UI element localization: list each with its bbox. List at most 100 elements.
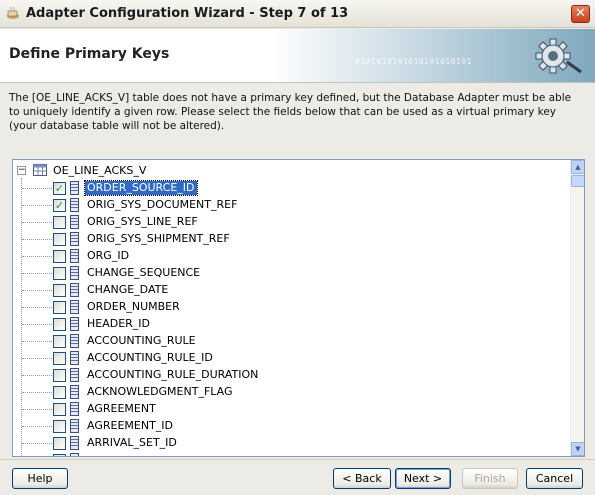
column-icon [70, 436, 79, 450]
field-checkbox[interactable] [53, 420, 66, 433]
table-name-label: OE_LINE_ACKS_V [53, 164, 147, 177]
field-row[interactable]: ✓ ORIG_SYS_DOCUMENT_REF [13, 197, 571, 214]
column-icon [70, 232, 79, 246]
tree-connector [22, 256, 52, 257]
tree-connector [22, 358, 52, 359]
field-checkbox[interactable] [53, 352, 66, 365]
field-row[interactable]: ORIG_SYS_LINE_REF [13, 214, 571, 231]
tree-connector [22, 426, 52, 427]
field-row[interactable]: ORG_ID [13, 248, 571, 265]
field-label: HEADER_ID [87, 317, 151, 330]
column-icon [70, 266, 79, 280]
field-label: ACKNOWLEDGMENT_FLAG [87, 385, 233, 398]
close-icon: ✕ [575, 6, 586, 21]
field-label: ORDER_NUMBER [87, 300, 180, 313]
column-icon [70, 300, 79, 314]
field-row[interactable]: ORDER_NUMBER [13, 299, 571, 316]
collapse-toggle[interactable]: − [17, 166, 26, 175]
field-row[interactable]: ACKNOWLEDGMENT_FLAG [13, 384, 571, 401]
scroll-up-button[interactable]: ▲ [571, 160, 584, 174]
field-label: ARRIVAL_SET_ID [87, 436, 177, 449]
tree-connector [22, 324, 52, 325]
field-row[interactable]: AGREEMENT [13, 401, 571, 418]
oracle-coffee-cup-icon [7, 6, 19, 19]
table-icon [33, 164, 47, 176]
page-heading: Define Primary Keys [9, 46, 170, 62]
gear-icon [535, 38, 582, 74]
column-icon [70, 198, 79, 212]
field-checkbox[interactable] [53, 437, 66, 450]
fields-tree[interactable]: − OE_LINE_ACKS_V ✓ ORDER_SOURCE_ID ✓ ORIG_S… [12, 159, 585, 457]
vertical-scrollbar[interactable]: ▲ ▼ [570, 160, 584, 456]
field-label: ORIG_SYS_DOCUMENT_REF [87, 198, 238, 211]
field-checkbox[interactable] [53, 335, 66, 348]
tree-connector [22, 273, 52, 274]
field-row[interactable]: ORIG_SYS_SHIPMENT_REF [13, 231, 571, 248]
field-checkbox[interactable] [53, 301, 66, 314]
field-row[interactable]: AGREEMENT_ID [13, 418, 571, 435]
field-checkbox[interactable] [53, 267, 66, 280]
field-row[interactable]: ✓ ORDER_SOURCE_ID [13, 180, 571, 197]
tree-connector [22, 188, 52, 189]
tree-connector [22, 205, 52, 206]
help-button[interactable]: Help [12, 468, 68, 489]
column-icon [70, 351, 79, 365]
scroll-thumb[interactable] [571, 175, 584, 187]
close-button[interactable]: ✕ [571, 5, 590, 23]
footer-divider [0, 459, 595, 460]
field-row[interactable]: ACCOUNTING_RULE_ID [13, 350, 571, 367]
column-icon [70, 368, 79, 382]
field-checkbox[interactable] [53, 454, 66, 456]
column-icon [70, 402, 79, 416]
tree-connector [22, 307, 52, 308]
field-list: ✓ ORDER_SOURCE_ID ✓ ORIG_SYS_DOCUMENT_REF OR… [13, 180, 571, 456]
field-label: ORIG_SYS_LINE_REF [87, 215, 198, 228]
title-bar: Adapter Configuration Wizard - Step 7 of… [0, 0, 595, 28]
column-icon [70, 283, 79, 297]
field-row[interactable]: ARRIVAL_SET_ID [13, 435, 571, 452]
field-checkbox[interactable] [53, 284, 66, 297]
field-checkbox[interactable] [53, 369, 66, 382]
field-row[interactable] [13, 452, 571, 456]
cancel-button[interactable]: Cancel [526, 468, 583, 489]
tree-connector [22, 392, 52, 393]
tree-connector [22, 341, 52, 342]
field-checkbox[interactable]: ✓ [53, 199, 66, 212]
field-row[interactable]: ACCOUNTING_RULE_DURATION [13, 367, 571, 384]
column-icon [70, 249, 79, 263]
field-row[interactable]: CHANGE_DATE [13, 282, 571, 299]
column-icon [70, 181, 79, 195]
tree-connector [22, 375, 52, 376]
next-button[interactable]: Next > [395, 468, 451, 489]
field-label: ORIG_SYS_SHIPMENT_REF [87, 232, 230, 245]
field-row[interactable]: HEADER_ID [13, 316, 571, 333]
field-label: ACCOUNTING_RULE_ID [87, 351, 213, 364]
binary-decoration: 0101010101010101010101 [355, 57, 472, 66]
instructions-text: The [OE_LINE_ACKS_V] table does not have… [9, 92, 572, 132]
field-checkbox[interactable] [53, 403, 66, 416]
tree-connector [22, 290, 52, 291]
field-label: AGREEMENT_ID [87, 419, 174, 432]
field-checkbox[interactable] [53, 250, 66, 263]
tree-connector [22, 409, 52, 410]
field-checkbox[interactable]: ✓ [53, 182, 66, 195]
scroll-down-button[interactable]: ▼ [571, 442, 584, 456]
tree-connector [22, 222, 52, 223]
column-icon [70, 453, 79, 456]
column-icon [70, 385, 79, 399]
field-label: ORG_ID [87, 249, 130, 262]
back-button[interactable]: < Back [333, 468, 391, 489]
field-label: CHANGE_SEQUENCE [87, 266, 201, 279]
field-row[interactable]: ACCOUNTING_RULE [13, 333, 571, 350]
field-checkbox[interactable] [53, 216, 66, 229]
field-checkbox[interactable] [53, 318, 66, 331]
finish-button[interactable]: Finish [462, 468, 518, 489]
field-label: ORDER_SOURCE_ID [84, 180, 198, 196]
field-checkbox[interactable] [53, 233, 66, 246]
window-title: Adapter Configuration Wizard - Step 7 of… [26, 6, 349, 21]
column-icon [70, 317, 79, 331]
field-checkbox[interactable] [53, 386, 66, 399]
wizard-header: Define Primary Keys 01010101010101010101… [0, 29, 595, 83]
tree-connector [22, 239, 52, 240]
field-row[interactable]: CHANGE_SEQUENCE [13, 265, 571, 282]
